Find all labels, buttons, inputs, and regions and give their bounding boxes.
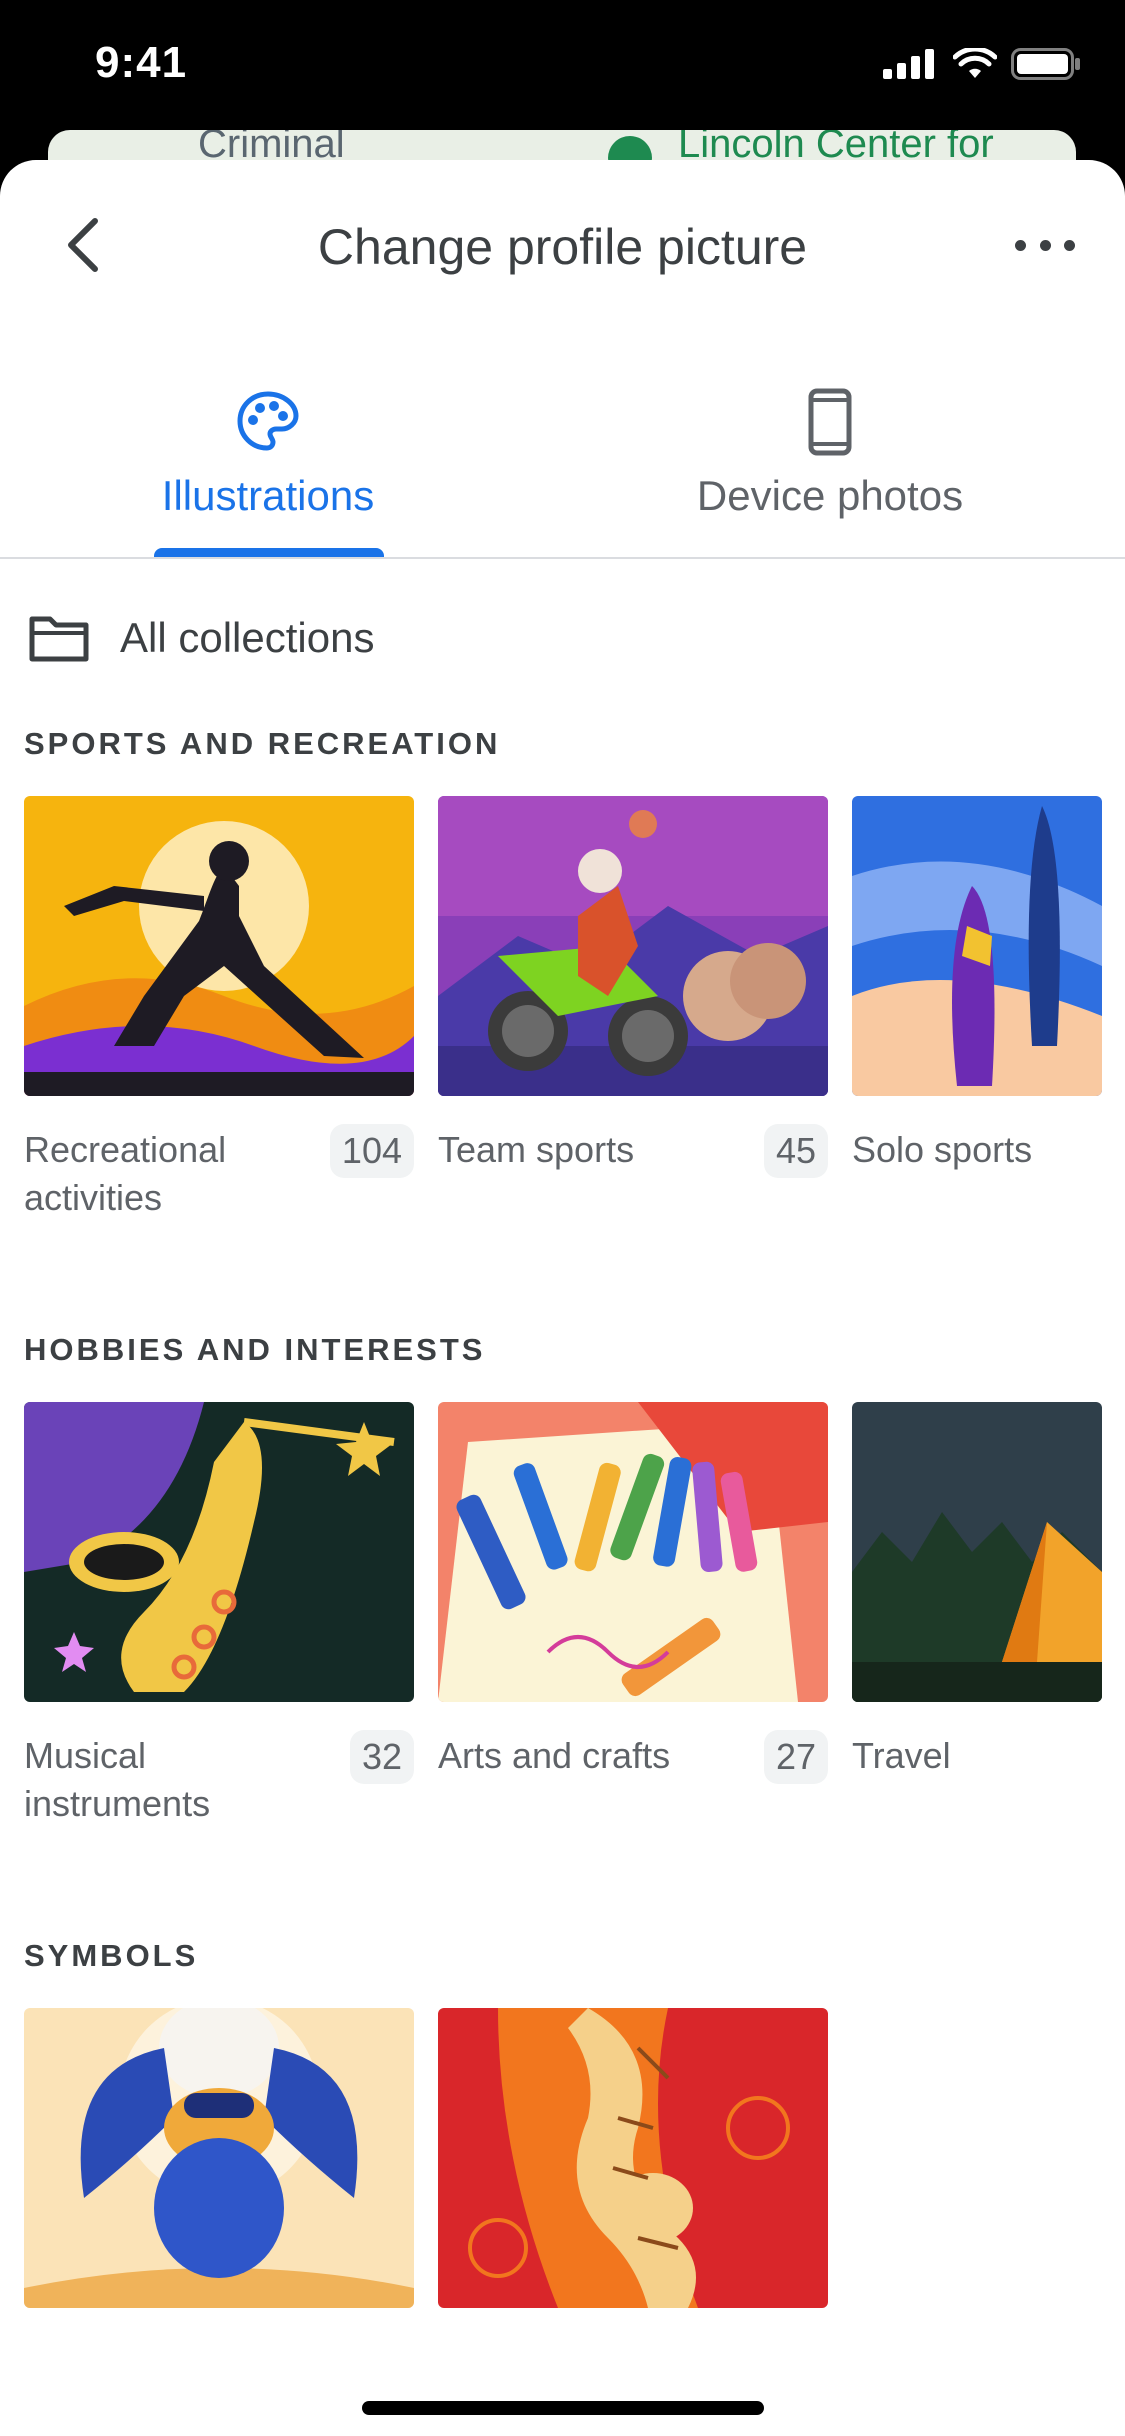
collection-name: Team sports [438,1129,635,1170]
collection-card[interactable] [438,2008,828,2436]
section-title: SPORTS AND RECREATION [24,726,501,761]
collection-name: Recreational activities [24,1129,227,1218]
home-indicator[interactable] [362,2401,764,2415]
collection-name: Musical instruments [24,1735,211,1824]
collection-card[interactable]: Musical instruments 32 [24,1402,414,1832]
status-time: 9:41 [95,38,188,87]
collection-card[interactable]: Recreational activities 104 [24,796,414,1226]
collection-count-badge: 45 [763,1124,828,1178]
tab-label: Illustrations [161,472,375,519]
collection-thumbnail [24,796,414,1096]
collection-thumbnail [438,1402,828,1702]
status-icons [883,48,1081,80]
folder-icon [29,616,89,662]
section-title: HOBBIES AND INTERESTS [24,1332,486,1367]
collection-card[interactable] [24,2008,414,2436]
collection-card[interactable]: Travel [852,1402,1102,1832]
collection-name: Solo sports [852,1129,1033,1170]
tab-illustrations[interactable]: Illustrations [18,160,518,560]
all-collections-label: All collections [120,614,375,661]
collection-count-badge: 104 [329,1124,414,1178]
all-collections-row[interactable]: All collections [28,608,374,668]
section-title: SYMBOLS [24,1938,199,1973]
collection-thumbnail [24,1402,414,1702]
collection-card[interactable]: Arts and crafts 27 [438,1402,828,1832]
wifi-icon [953,48,997,78]
tab-divider [0,557,1125,559]
collection-count-badge: 27 [763,1730,828,1784]
status-bar: 9:41 [0,0,1125,130]
collection-thumbnail [438,2008,828,2308]
collection-thumbnail [438,796,828,1096]
collection-thumbnail [24,2008,414,2308]
tab-device-photos[interactable]: Device photos [580,160,1080,560]
palette-icon [237,391,299,451]
battery-icon [1011,48,1080,80]
cellular-signal-icon [883,49,934,79]
collection-count-badge: 32 [349,1730,414,1784]
tab-label: Device photos [696,472,964,519]
collection-name: Travel [852,1735,951,1776]
phone-icon [808,388,852,456]
collection-card[interactable]: Team sports 45 [438,796,828,1226]
collection-thumbnail [852,796,1102,1096]
bottom-sheet: Change profile picture Illustrations Dev… [0,160,1125,2436]
collection-thumbnail [852,1402,1102,1702]
collection-card[interactable]: Solo sports [852,796,1102,1226]
collection-name: Arts and crafts [438,1735,671,1776]
